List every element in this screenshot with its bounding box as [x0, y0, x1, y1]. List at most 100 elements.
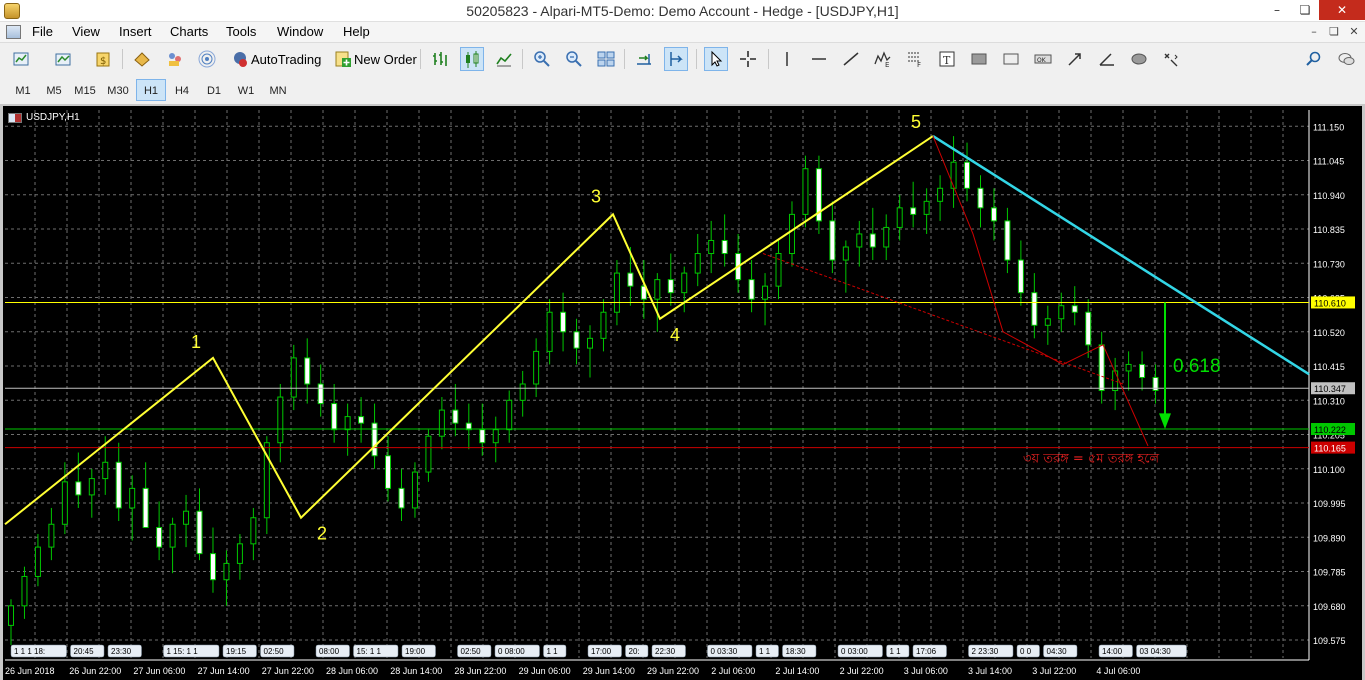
autotrading-icon[interactable] [228, 47, 252, 71]
elliott-wave-icon[interactable]: E [871, 47, 895, 71]
angle-icon[interactable] [1095, 47, 1119, 71]
wave-label: 5 [911, 112, 921, 132]
timeframe-h1[interactable]: H1 [136, 79, 166, 101]
crosshair-icon[interactable] [736, 47, 760, 71]
zoom-in-icon[interactable] [530, 47, 554, 71]
menu-tools[interactable]: Tools [226, 24, 256, 39]
menu-view[interactable]: View [72, 24, 100, 39]
x-tick-label: 27 Jun 14:00 [198, 666, 250, 676]
menu-help[interactable]: Help [343, 24, 370, 39]
bear-candle [990, 207, 997, 222]
mdi-restore-button[interactable]: ❏ [1326, 24, 1342, 40]
menu-charts[interactable]: Charts [170, 24, 208, 39]
bull-candle [102, 461, 109, 480]
tile-windows-icon[interactable] [594, 47, 618, 71]
horizontal-line-icon[interactable] [807, 47, 831, 71]
y-tick-label: 111.045 [1313, 157, 1344, 167]
bear-candle [209, 553, 216, 581]
timeframe-m1[interactable]: M1 [8, 79, 38, 101]
event-label: 20: [629, 647, 640, 656]
bull-candle [1125, 363, 1132, 372]
bear-candle [317, 383, 324, 405]
event-label: 0 03:30 [711, 647, 738, 656]
menu-file[interactable]: File [32, 24, 53, 39]
price-chart[interactable]: 111.150 111.045 110.940 110.835 110.730 110.6… [3, 106, 1365, 680]
event-label: 22:30 [655, 647, 676, 656]
bull-candle [519, 383, 526, 401]
bear-candle [398, 487, 405, 509]
window-title-bar: 50205823 - Alpari-MT5-Demo: Demo Account… [0, 0, 1365, 22]
new-order-icon[interactable] [331, 47, 355, 71]
rectangle-icon[interactable] [967, 47, 991, 71]
wave-label: 3 [591, 186, 601, 206]
window-maximize-button[interactable]: ❏ [1290, 0, 1320, 20]
event-label: 19:00 [405, 647, 426, 656]
bull-candle [48, 523, 55, 548]
timeframe-m15[interactable]: M15 [70, 79, 100, 101]
timeframes-toolbar: M1 M5 M15 M30 H1 H4 D1 W1 MN [0, 74, 300, 102]
x-tick-label: 27 Jun 22:00 [262, 666, 314, 676]
svg-text:OK: OK [1037, 57, 1047, 64]
market-watch-icon[interactable]: $ [92, 47, 116, 71]
bull-candle [883, 226, 890, 248]
vertical-line-icon[interactable] [775, 47, 799, 71]
timeframe-h4[interactable]: H4 [167, 79, 197, 101]
bull-candle [492, 429, 499, 444]
trendline-icon[interactable] [839, 47, 863, 71]
candlestick-chart-icon[interactable] [460, 47, 484, 71]
bull-candle [129, 487, 136, 509]
window-close-button[interactable]: ✕ [1319, 0, 1365, 20]
ok-button-object-icon[interactable]: OK [1031, 47, 1055, 71]
chart-shift-icon[interactable] [632, 47, 656, 71]
timeframe-d1[interactable]: D1 [199, 79, 229, 101]
timeframe-m5[interactable]: M5 [39, 79, 69, 101]
x-tick-label: 3 Jul 14:00 [968, 666, 1012, 676]
menu-insert[interactable]: Insert [119, 24, 152, 39]
bull-candle [681, 272, 688, 294]
new-chart-icon[interactable] [10, 47, 34, 71]
bull-candle [61, 481, 68, 525]
zoom-out-icon[interactable] [562, 47, 586, 71]
signals-icon[interactable] [195, 47, 219, 71]
timeframe-m30[interactable]: M30 [103, 79, 133, 101]
bear-candle [196, 510, 203, 555]
timeframe-mn[interactable]: MN [263, 79, 293, 101]
search-icon[interactable] [1302, 47, 1326, 71]
autotrading-label[interactable]: AutoTrading [251, 52, 321, 67]
y-tick-label: 110.730 [1313, 259, 1345, 269]
x-tick-label: 2 Jul 22:00 [840, 666, 884, 676]
y-tick-label: 109.890 [1313, 533, 1346, 543]
cursor-icon[interactable] [704, 47, 728, 71]
line-chart-icon[interactable] [492, 47, 516, 71]
data-window-icon[interactable] [130, 47, 154, 71]
bear-candle [964, 161, 971, 189]
y-tick-label: 111.150 [1313, 122, 1344, 132]
event-label: 1 1 [547, 647, 559, 656]
bull-candle [896, 207, 903, 228]
text-label-icon[interactable]: T [935, 47, 959, 71]
mdi-close-button[interactable]: ✕ [1346, 24, 1362, 40]
mdi-minimize-button[interactable]: – [1306, 24, 1322, 40]
bull-candle [802, 168, 809, 215]
bull-candle [654, 279, 661, 300]
y-tick-label: 110.100 [1313, 465, 1345, 475]
timeframe-w1[interactable]: W1 [231, 79, 261, 101]
window-minimize-button[interactable]: – [1262, 0, 1292, 20]
chat-icon[interactable] [1334, 47, 1358, 71]
fibonacci-icon[interactable]: F [903, 47, 927, 71]
bear-candle [1085, 311, 1092, 346]
bear-candle [142, 487, 149, 529]
bar-chart-icon[interactable] [428, 47, 452, 71]
x-tick-label: 29 Jun 14:00 [583, 666, 635, 676]
menu-window[interactable]: Window [277, 24, 323, 39]
profiles-icon[interactable] [52, 47, 76, 71]
new-order-label[interactable]: New Order [354, 52, 417, 67]
navigator-icon[interactable] [163, 47, 187, 71]
shapes-dropdown-icon[interactable] [1159, 47, 1183, 71]
button-object-icon[interactable] [999, 47, 1023, 71]
chart-window-icon[interactable] [6, 25, 21, 39]
auto-scroll-icon[interactable] [664, 47, 688, 71]
ellipse-icon[interactable] [1127, 47, 1151, 71]
arrow-icon[interactable] [1063, 47, 1087, 71]
bear-candle [1071, 305, 1078, 313]
